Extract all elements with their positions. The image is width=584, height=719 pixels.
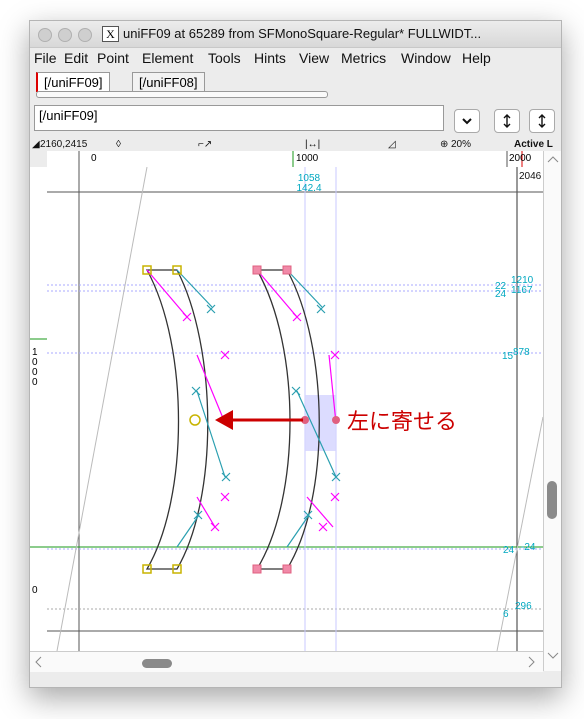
hint-label-a4: 6 [503,609,509,620]
close-button[interactable] [38,28,52,42]
hint-label-b1: 1167 [511,285,533,296]
scroll-right-icon[interactable] [526,652,538,672]
hint-label-b4: 296 [515,601,532,612]
chevron-down-icon [462,118,472,125]
hint-label-a2: 15 [502,351,514,362]
window-title: uniFF09 at 65289 from SFMonoSquare-Regul… [123,26,482,41]
svg-text:0: 0 [32,377,38,388]
dropdown-button[interactable] [454,109,480,133]
scroll-down-icon[interactable] [544,649,562,661]
scroll-up-icon[interactable] [544,153,562,165]
updown-arrow-icon [503,114,511,128]
left-contour[interactable] [145,269,209,570]
active-layer-label: Active L [514,139,553,150]
sort-up-button[interactable] [494,109,520,133]
menu-view[interactable]: View [299,50,329,66]
slope-icon: ◿ [388,139,396,150]
width-readout: 2046 [519,171,542,182]
tab-scrollbar[interactable] [36,91,328,98]
ruler-label-2000: 2000 [509,153,532,164]
menu-edit[interactable]: Edit [64,50,88,66]
tab-uniff09[interactable]: [/uniFF09] [36,72,110,92]
ruler-label-1000: 1000 [296,153,319,164]
hint-label-a1: 24 [495,289,507,300]
scroll-left-icon[interactable] [32,652,44,672]
menu-metrics[interactable]: Metrics [341,50,386,66]
pointer-icon: ◢ [32,139,40,150]
menu-bar: File Edit Point Element Tools Hints View… [30,48,561,68]
zoom-button[interactable] [78,28,92,42]
zoom-readout: 20% [451,139,472,150]
hint-label-a3: 24 [503,545,515,556]
menu-hints[interactable]: Hints [254,50,286,66]
zoom-icon: ⊕ [440,139,449,150]
minimize-button[interactable] [58,28,72,42]
hint-label-b2: 878 [513,347,530,358]
menu-tools[interactable]: Tools [208,50,241,66]
horizontal-scroll-thumb[interactable] [142,659,172,668]
updown-arrow-icon [538,114,546,128]
title-bar: X uniFF09 at 65289 from SFMonoSquare-Reg… [30,21,561,48]
annotation-label: 左に寄せる [347,409,457,434]
glyph-canvas[interactable]: 左に寄せる 1058 142.4 22 1210 24 1167 15 878 … [47,166,544,652]
vertical-scroll-thumb[interactable] [547,481,557,519]
menu-window[interactable]: Window [401,50,451,66]
vertical-scrollbar[interactable] [543,151,562,671]
tab-uniff08[interactable]: [/uniFF08] [132,72,205,92]
ruler-label-0: 0 [91,153,97,164]
menu-file[interactable]: File [34,50,57,66]
angle-icon: ⌐↗ [198,139,213,150]
point-icon: ◊ [116,139,121,150]
menu-point[interactable]: Point [97,50,129,66]
hint-label-b3: -24 [521,542,536,553]
menu-element[interactable]: Element [142,50,193,66]
glyph-name-field[interactable]: [/uniFF09] [34,105,444,131]
info-bar: ◢ 2160,2415 ◊ ⌐↗ |↔| ◿ ⊕ 20% Active L [30,139,561,150]
tab-bar: [/uniFF09] [/uniFF08] [30,69,561,98]
horizontal-scrollbar[interactable] [30,651,543,672]
svg-text:0: 0 [32,585,38,596]
coord-readout: 2160,2415 [40,139,88,150]
menu-help[interactable]: Help [462,50,491,66]
sort-down-button[interactable] [529,109,555,133]
top-ruler: 0 1000 2000 [47,151,543,168]
left-ruler: 1 0 0 0 0 [30,167,48,651]
point-y-label: 142.4 [296,183,321,194]
x11-icon: X [102,26,119,42]
glyph-window: X uniFF09 at 65289 from SFMonoSquare-Reg… [29,20,562,688]
width-icon: |↔| [305,139,321,150]
